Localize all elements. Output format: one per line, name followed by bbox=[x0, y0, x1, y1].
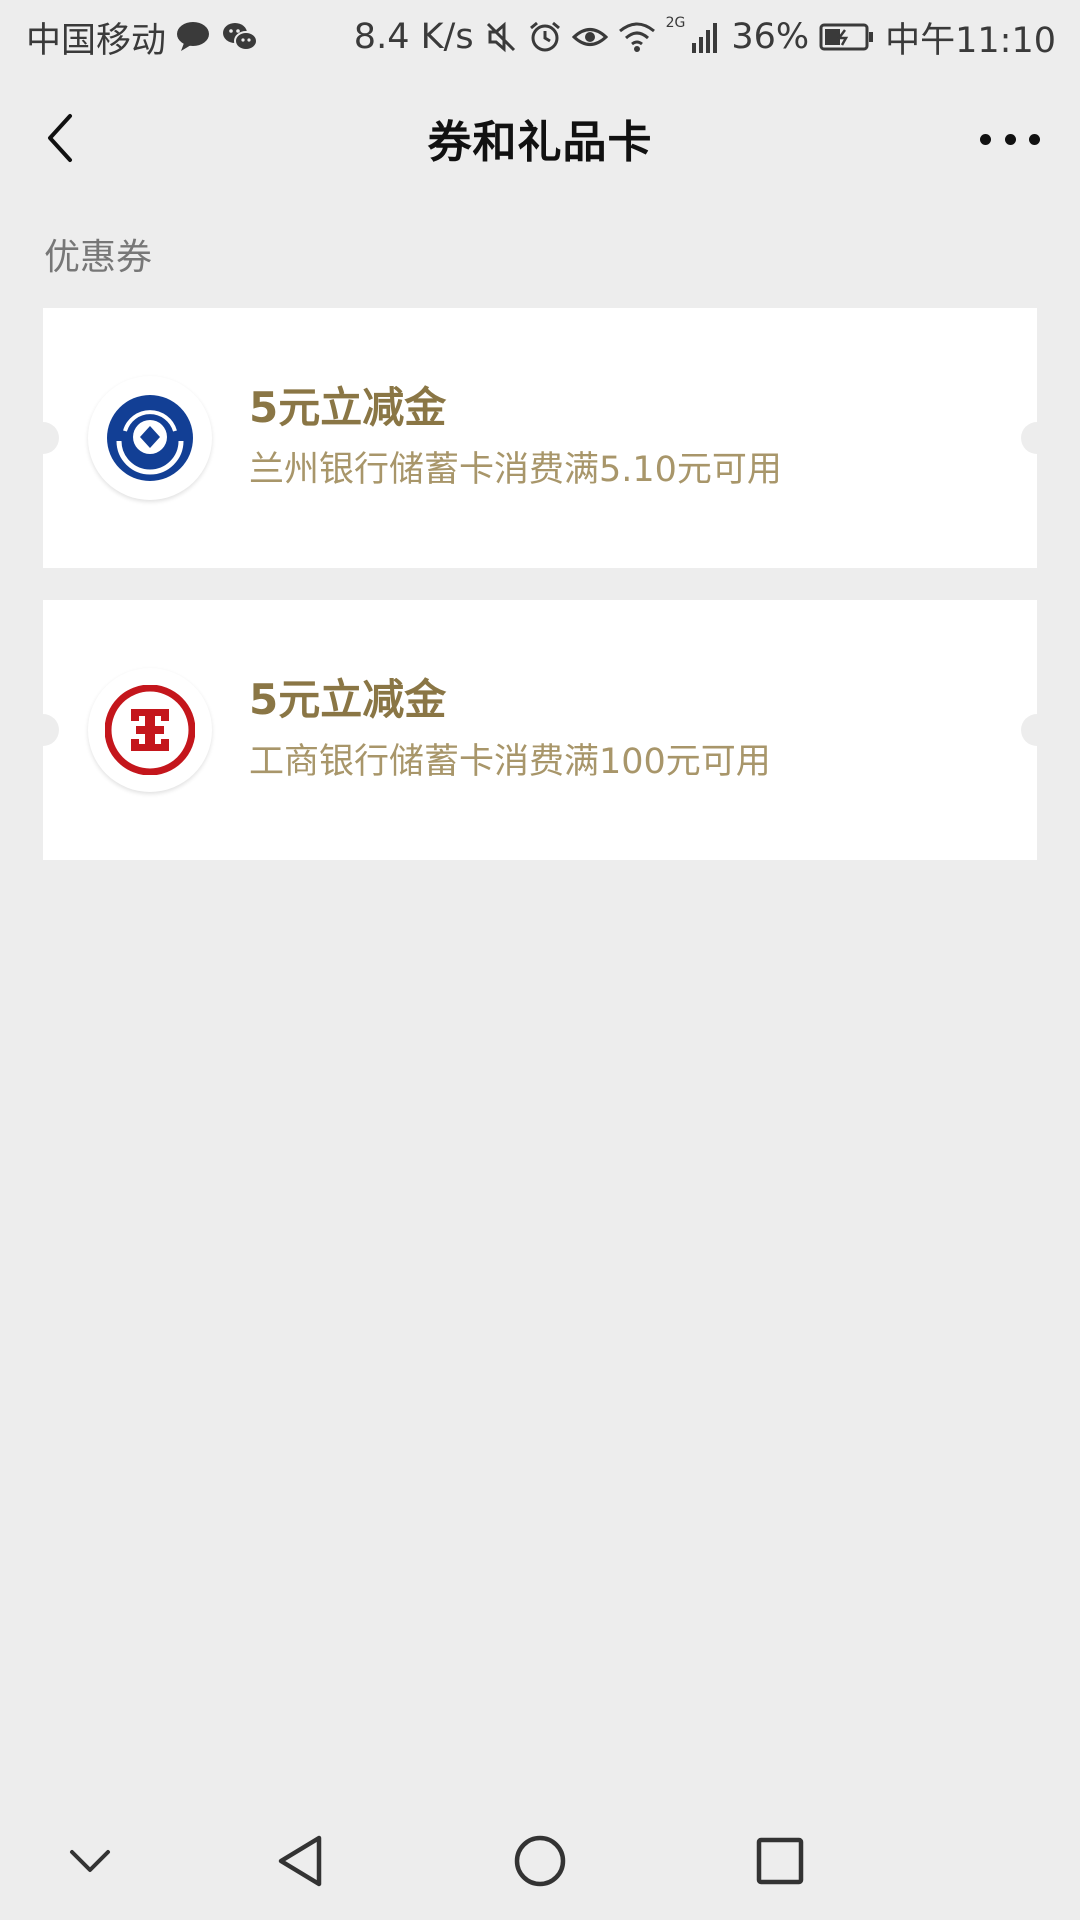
icbc-logo bbox=[88, 668, 212, 792]
section-label-coupons: 优惠券 bbox=[44, 237, 153, 278]
system-back-button[interactable] bbox=[265, 1826, 335, 1896]
coupon-title: 5元立减金 bbox=[249, 383, 447, 432]
more-icon-dot bbox=[1004, 133, 1016, 145]
page-title: 券和礼品卡 bbox=[427, 117, 653, 168]
bank-of-lanzhou-logo bbox=[88, 376, 212, 500]
coupon-description: 工商银行储蓄卡消费满100元可用 bbox=[249, 742, 771, 782]
signal-icon bbox=[691, 21, 721, 53]
recents-square-icon bbox=[756, 1837, 804, 1885]
more-icon-dot bbox=[1029, 133, 1040, 145]
coupon-card[interactable]: 5元立减金 兰州银行储蓄卡消费满5.10元可用 bbox=[43, 308, 1037, 568]
mute-icon bbox=[484, 20, 518, 54]
status-bar-left: 中国移动 bbox=[26, 12, 259, 63]
back-triangle-icon bbox=[278, 1835, 322, 1887]
system-nav-bar bbox=[0, 1800, 1080, 1920]
system-home-button[interactable] bbox=[505, 1826, 575, 1896]
coupon-card[interactable]: 5元立减金 工商银行储蓄卡消费满100元可用 bbox=[43, 600, 1037, 860]
status-bar: 中国移动 8.4 K/s 2G 36% 中午11:10 bbox=[0, 0, 1080, 74]
coupon-text: 5元立减金 工商银行储蓄卡消费满100元可用 bbox=[249, 672, 771, 786]
chevron-down-icon bbox=[70, 1850, 110, 1872]
alarm-icon bbox=[528, 20, 562, 54]
back-arrow-icon bbox=[48, 114, 72, 162]
eye-icon bbox=[571, 22, 608, 52]
more-icon bbox=[980, 133, 991, 145]
carrier-label: 中国移动 bbox=[26, 20, 167, 61]
coupon-text: 5元立减金 兰州银行储蓄卡消费满5.10元可用 bbox=[249, 380, 782, 494]
chat-bubble-icon bbox=[176, 21, 212, 53]
coupon-description: 兰州银行储蓄卡消费满5.10元可用 bbox=[249, 450, 782, 490]
back-button[interactable] bbox=[30, 108, 90, 168]
network-speed: 8.4 K/s bbox=[353, 17, 474, 57]
system-recents-button[interactable] bbox=[745, 1826, 815, 1896]
network-type: 2G bbox=[665, 15, 686, 31]
nav-bar: 券和礼品卡 bbox=[0, 74, 1080, 202]
wifi-icon bbox=[618, 21, 656, 53]
more-button[interactable] bbox=[980, 124, 1040, 154]
status-bar-right: 8.4 K/s 2G 36% 中午11:10 bbox=[354, 12, 1056, 63]
battery-percent: 36% bbox=[731, 17, 810, 57]
wechat-icon bbox=[222, 21, 259, 53]
home-circle-icon bbox=[514, 1835, 566, 1887]
clock: 中午11:10 bbox=[885, 20, 1056, 61]
battery-charging-icon bbox=[819, 22, 875, 52]
hide-nav-button[interactable] bbox=[55, 1826, 125, 1896]
coupon-title: 5元立减金 bbox=[249, 675, 447, 724]
